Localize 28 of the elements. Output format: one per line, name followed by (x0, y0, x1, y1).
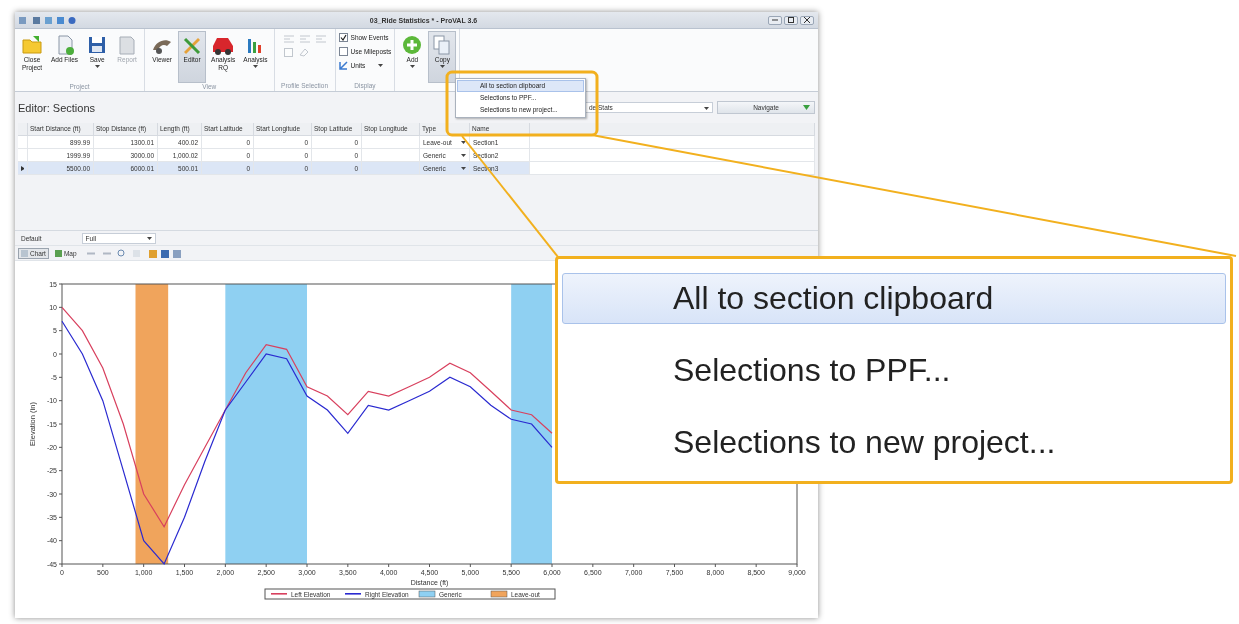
restore-icon (788, 17, 794, 23)
menu-item[interactable]: Selections to new project... (562, 416, 1226, 468)
caret-icon (803, 105, 810, 110)
checkmark-icon (339, 33, 347, 41)
table-cell (362, 136, 420, 149)
caret-icon (704, 106, 709, 110)
row-indicator[interactable] (18, 162, 28, 175)
add-icon (401, 34, 424, 56)
column-header (18, 123, 28, 136)
caret-icon (461, 154, 466, 157)
caret-icon (461, 141, 466, 144)
table-cell (362, 149, 420, 162)
ruler-icon (338, 60, 348, 70)
minimize-icon (772, 19, 778, 21)
menu-item[interactable]: Selections to PPF... (562, 344, 1226, 396)
chart-icon (21, 249, 28, 257)
editor-title: Editor: Sections (18, 101, 96, 114)
caret-icon (146, 237, 152, 240)
restore-button[interactable] (784, 15, 798, 25)
menu-item[interactable]: All to section clipboard (562, 272, 1226, 324)
close-icon (804, 17, 810, 23)
folder-icon (21, 34, 43, 56)
caret-icon (461, 167, 466, 170)
row-pointer-icon (21, 165, 24, 171)
table-cell (362, 162, 420, 175)
map-icon (54, 249, 62, 257)
close-button[interactable] (800, 15, 814, 25)
caret-icon (378, 64, 384, 67)
